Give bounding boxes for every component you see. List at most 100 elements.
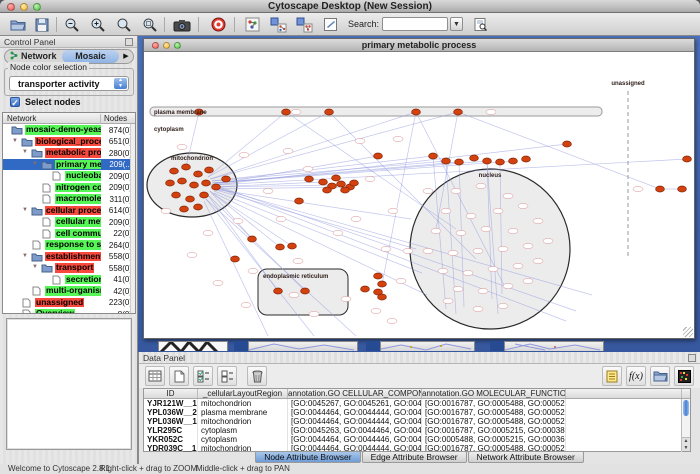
expand-arrow-icon[interactable]: ▼ [32, 161, 38, 167]
network-node[interactable] [200, 192, 209, 198]
network-node-small[interactable] [456, 230, 466, 235]
matrix-view-button[interactable] [674, 366, 694, 386]
table-cell[interactable]: mitochondrion [198, 417, 288, 426]
network-graph[interactable]: plasma membranecytoplasmmitochondrionnuc… [146, 59, 694, 336]
search-dropdown-button[interactable]: ▼ [450, 17, 463, 31]
table-column-header[interactable]: ID [144, 389, 198, 398]
enhanced-search-config-button[interactable] [320, 15, 340, 34]
tree-row-multi-organism-pro[interactable]: multi-organism pro42(0) [3, 285, 135, 297]
network-node[interactable] [563, 141, 572, 147]
network-node[interactable] [470, 155, 479, 161]
network-node-small[interactable] [486, 109, 496, 114]
tree-row-overview[interactable]: Overview8(0) [3, 308, 135, 314]
expand-arrow-icon[interactable]: ▼ [12, 138, 18, 144]
scrollbar-thumb[interactable] [683, 400, 689, 416]
tab-network-attribute-browser[interactable]: Network Attribute Browser [468, 451, 584, 463]
network-node-small[interactable] [453, 286, 463, 291]
network-node[interactable] [332, 175, 341, 181]
network-node[interactable] [186, 196, 195, 202]
table-row[interactable]: YPL036W__1mitochondrion[GO:0044464, GO:0… [144, 417, 690, 426]
table-cell[interactable]: YJR121W__1 [144, 399, 198, 408]
table-cell[interactable]: YPL036W__2 [144, 408, 198, 417]
network-node-small[interactable] [441, 208, 451, 213]
delete-attribute-button[interactable] [247, 366, 267, 386]
network-node[interactable] [301, 288, 310, 294]
network-node[interactable] [190, 182, 199, 188]
tree-row-unassigned[interactable]: unassigned223(0) [3, 297, 135, 309]
network-node-small[interactable] [248, 268, 258, 273]
network-node[interactable] [231, 256, 240, 262]
network-canvas[interactable]: plasma membranecytoplasmmitochondrionnuc… [144, 52, 694, 338]
network-edge[interactable] [206, 199, 314, 336]
network-node-small[interactable] [431, 228, 441, 233]
network-node[interactable] [323, 187, 332, 193]
network-node-small[interactable] [523, 278, 533, 283]
network-node-small[interactable] [203, 230, 213, 235]
table-cell[interactable]: [GO:0045263, GO:0044464, GO:0044455, G..… [288, 426, 422, 435]
table-cell[interactable]: [GO:0016787, GO:0005215, GO:0003824, G..… [422, 426, 566, 435]
open-session-button[interactable] [8, 15, 28, 34]
network-node[interactable] [276, 244, 285, 250]
resize-grip-icon[interactable] [683, 327, 693, 337]
background-window-edge[interactable] [366, 341, 380, 351]
table-cell[interactable]: cytoplasm [198, 426, 288, 435]
table-cell[interactable]: YPL036W__1 [144, 417, 198, 426]
network-node-small[interactable] [177, 144, 187, 149]
table-column-header[interactable] [566, 389, 682, 398]
tree-row-cell-communicat[interactable]: cell communicat22(0) [3, 228, 135, 240]
table-scrollbar[interactable]: ▲▼ [681, 399, 690, 451]
save-session-button[interactable] [32, 15, 52, 34]
network-node-small[interactable] [473, 306, 483, 311]
network-node-small[interactable] [481, 226, 491, 231]
network-node[interactable] [656, 186, 665, 192]
zoom-selected-button[interactable] [140, 15, 160, 34]
help-button[interactable] [208, 15, 228, 34]
network-node[interactable] [305, 176, 314, 182]
network-node-small[interactable] [393, 136, 403, 141]
attribute-table-button[interactable] [145, 366, 165, 386]
network-node-small[interactable] [476, 183, 486, 188]
table-cell[interactable]: [GO:0016787, GO:0005488, GO:0005215, G..… [422, 417, 566, 426]
network-node-small[interactable] [355, 138, 365, 143]
network-node-small[interactable] [341, 296, 351, 301]
scrollbar-arrows[interactable]: ▲▼ [682, 437, 690, 451]
network-node[interactable] [378, 294, 387, 300]
network-node-small[interactable] [503, 283, 513, 288]
tree-row-transport[interactable]: ▼transport558(0) [3, 262, 135, 274]
network-node-small[interactable] [283, 148, 293, 153]
network-node-small[interactable] [523, 243, 533, 248]
network-node[interactable] [509, 158, 518, 164]
float-panel-icon[interactable] [688, 354, 696, 362]
table-cell[interactable] [566, 399, 682, 408]
tree-row-biological-process[interactable]: ▼biological_process651(0) [3, 136, 135, 148]
expand-arrow-icon[interactable]: ▼ [32, 264, 38, 270]
network-node-small[interactable] [423, 248, 433, 253]
tree-column-nodes[interactable]: Nodes [100, 114, 127, 124]
network-node[interactable] [172, 192, 181, 198]
network-node[interactable] [325, 109, 334, 115]
network-node[interactable] [202, 180, 211, 186]
network-node[interactable] [288, 243, 297, 249]
expand-arrow-icon[interactable]: ▼ [22, 149, 28, 155]
select-all-attributes-button[interactable] [193, 366, 213, 386]
network-node[interactable] [194, 171, 203, 177]
table-cell[interactable]: [GO:0016787, GO:0005488, GO:0005215, G..… [422, 399, 566, 408]
network-node-small[interactable] [387, 318, 397, 323]
table-row[interactable]: YKR052Ccytoplasm[GO:0044464, GO:0044446,… [144, 435, 690, 444]
network-node-small[interactable] [513, 263, 523, 268]
network-edge[interactable] [212, 161, 446, 181]
region-plasma-membrane[interactable] [150, 107, 602, 116]
zoom-fit-button[interactable] [114, 15, 134, 34]
select-nodes-checkbox[interactable]: ✓ [10, 97, 20, 107]
tree-row-establishment-of-lo[interactable]: ▼establishment of lo558(0) [3, 251, 135, 263]
network-edge[interactable] [212, 156, 433, 181]
network-node-small[interactable] [187, 252, 197, 257]
network-node-small[interactable] [351, 216, 361, 221]
network-node-small[interactable] [371, 308, 381, 313]
tree-row-secretion[interactable]: secretion41(0) [3, 274, 135, 286]
background-window-edge[interactable] [490, 341, 504, 351]
table-column-header[interactable]: annotation.GO CELLULAR_COMPONENT [288, 389, 422, 398]
network-node-small[interactable] [213, 280, 223, 285]
expand-arrow-icon[interactable]: ▼ [22, 253, 28, 259]
network-node-small[interactable] [396, 278, 406, 283]
